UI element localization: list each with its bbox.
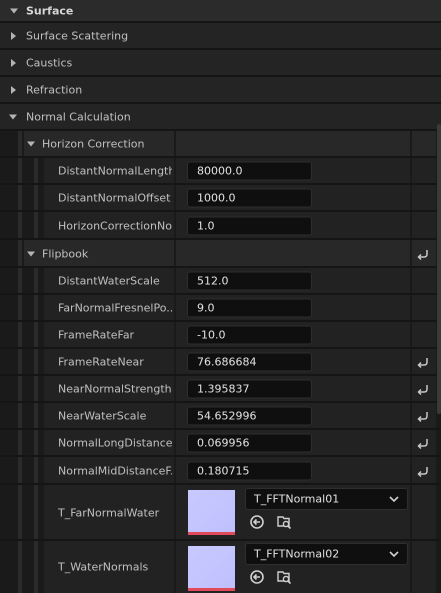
property-label: FrameRateNear xyxy=(58,355,144,369)
browse-asset-icon[interactable] xyxy=(276,514,292,530)
section-normal-calculation[interactable]: Normal Calculation xyxy=(0,104,441,130)
section-surface-scattering[interactable]: Surface Scattering xyxy=(0,23,441,49)
section-label: Surface Scattering xyxy=(26,29,129,42)
section-label: Caustics xyxy=(26,56,73,69)
use-selected-asset-icon[interactable] xyxy=(249,514,265,530)
horizon-correction-normal-input[interactable] xyxy=(187,216,312,235)
property-row-frame-rate-far: FrameRateFar xyxy=(0,322,441,348)
normal-mid-distance-input[interactable] xyxy=(187,461,312,480)
property-row-distant-normal-offset: DistantNormalOffset xyxy=(0,185,441,211)
group-horizon-correction[interactable]: Horizon Correction xyxy=(0,131,441,157)
reset-arrow-icon[interactable] xyxy=(416,436,430,450)
reset-arrow-icon[interactable] xyxy=(416,382,430,396)
property-label: T_WaterNormals xyxy=(58,560,149,574)
distant-normal-offset-input[interactable] xyxy=(187,188,312,208)
reset-arrow-icon[interactable] xyxy=(416,247,430,261)
group-flipbook[interactable]: Flipbook xyxy=(0,240,441,267)
property-label: FrameRateFar xyxy=(58,328,135,342)
property-row-near-water-scale: NearWaterScale xyxy=(0,403,441,429)
category-surface[interactable]: Surface xyxy=(0,0,441,22)
asset-name: T_FFTNormal02 xyxy=(254,547,340,561)
asset-name: T_FFTNormal01 xyxy=(254,492,340,506)
category-label: Surface xyxy=(26,4,74,17)
asset-picker-dropdown[interactable]: T_FFTNormal02 xyxy=(245,543,408,565)
texture-thumbnail[interactable] xyxy=(188,546,235,591)
property-label: DistantWaterScale xyxy=(58,274,160,288)
distant-water-scale-input[interactable] xyxy=(187,271,312,291)
section-label: Refraction xyxy=(26,83,83,96)
vertical-scrollbar[interactable] xyxy=(437,124,441,414)
group-label: Horizon Correction xyxy=(42,137,145,151)
property-label: NearNormalStrength xyxy=(58,382,172,396)
property-row-horizon-correction-normal: HorizonCorrectionNo... xyxy=(0,212,441,239)
section-label: Normal Calculation xyxy=(26,110,131,123)
details-panel: Surface Surface Scattering Caustics Refr… xyxy=(0,0,441,593)
texture-thumbnail[interactable] xyxy=(188,490,235,535)
property-label: FarNormalFresnelPo... xyxy=(58,301,172,315)
property-row-distant-normal-length: DistantNormalLength xyxy=(0,158,441,184)
property-label: NearWaterScale xyxy=(58,409,147,423)
reset-arrow-icon[interactable] xyxy=(416,464,430,478)
collapse-icon xyxy=(10,8,18,13)
property-row-distant-water-scale: DistantWaterScale xyxy=(0,268,441,294)
frame-rate-far-input[interactable] xyxy=(187,325,312,345)
asset-picker-dropdown[interactable]: T_FFTNormal01 xyxy=(245,488,408,510)
property-label: DistantNormalOffset xyxy=(58,191,171,205)
reset-arrow-icon[interactable] xyxy=(416,355,430,369)
reset-arrow-icon[interactable] xyxy=(416,409,430,423)
near-normal-strength-input[interactable] xyxy=(187,379,312,399)
property-row-normal-mid-distance: NormalMidDistanceF... xyxy=(0,457,441,484)
browse-asset-icon[interactable] xyxy=(276,569,292,585)
property-row-water-normals: T_WaterNormals T_FFTNormal02 xyxy=(0,541,441,593)
property-row-near-normal-strength: NearNormalStrength xyxy=(0,376,441,402)
group-label: Flipbook xyxy=(42,247,89,260)
property-row-normal-long-distance: NormalLongDistance... xyxy=(0,430,441,456)
property-label: T_FarNormalWater xyxy=(58,506,160,519)
property-label: NormalLongDistance... xyxy=(58,436,172,450)
normal-long-distance-input[interactable] xyxy=(187,433,312,453)
near-water-scale-input[interactable] xyxy=(187,406,312,426)
property-label: NormalMidDistanceF... xyxy=(58,464,172,477)
frame-rate-near-input[interactable] xyxy=(187,352,312,372)
section-refraction[interactable]: Refraction xyxy=(0,77,441,103)
section-caustics[interactable]: Caustics xyxy=(0,50,441,76)
property-row-frame-rate-near: FrameRateNear xyxy=(0,349,441,375)
collapse-icon xyxy=(27,251,35,256)
chevron-down-icon xyxy=(389,496,399,503)
collapse-icon xyxy=(9,114,17,119)
collapse-icon xyxy=(27,141,35,147)
property-row-far-normal-fresnel-power: FarNormalFresnelPo... xyxy=(0,295,441,321)
chevron-down-icon xyxy=(389,551,399,558)
expand-icon xyxy=(11,31,16,40)
property-label: HorizonCorrectionNo... xyxy=(58,219,172,232)
distant-normal-length-input[interactable] xyxy=(187,161,312,181)
far-normal-fresnel-power-input[interactable] xyxy=(187,298,312,318)
use-selected-asset-icon[interactable] xyxy=(249,569,265,585)
expand-icon xyxy=(11,85,16,94)
property-row-far-normal-water: T_FarNormalWater T_FFTNormal01 xyxy=(0,485,441,540)
property-label: DistantNormalLength xyxy=(58,164,172,178)
expand-icon xyxy=(11,58,16,67)
